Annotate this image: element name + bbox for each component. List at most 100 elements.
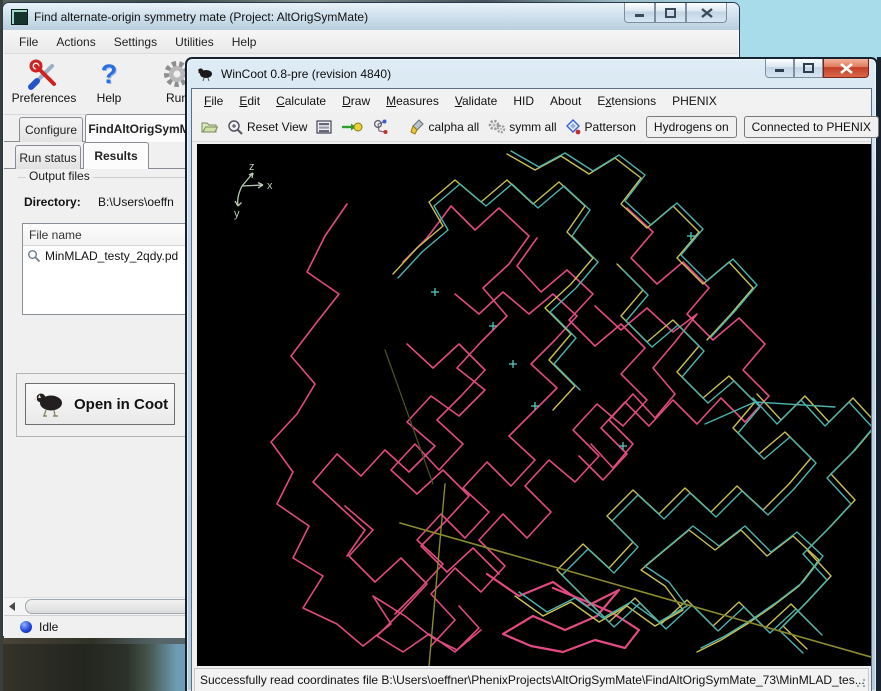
help-label: Help xyxy=(84,91,134,105)
connected-to-phenix-button[interactable]: Connected to PHENIX xyxy=(744,116,879,138)
phenix-menu-utilities[interactable]: Utilities xyxy=(168,32,221,52)
wincoot-menu-draw[interactable]: Draw xyxy=(334,91,378,111)
wincoot-menubar: File Edit Calculate Draw Measures Valida… xyxy=(192,89,871,113)
directory-label: Directory: xyxy=(24,195,81,209)
calpha-all-label: calpha all xyxy=(428,120,479,134)
minimize-icon xyxy=(775,64,785,73)
chain-pink-7 xyxy=(487,574,639,652)
wincoot-maximize-button[interactable] xyxy=(794,59,823,78)
wincoot-menu-file[interactable]: File xyxy=(196,91,231,111)
chain-cyan-6 xyxy=(705,402,835,424)
axis-x-label: x xyxy=(267,180,273,192)
status-label: Idle xyxy=(39,620,58,634)
calpha-all-button[interactable]: calpha all xyxy=(407,117,482,137)
wincoot-menu-measures[interactable]: Measures xyxy=(378,91,447,111)
axis-y-label: y xyxy=(234,208,240,220)
phenix-menubar: File Actions Settings Utilities Help xyxy=(4,30,738,54)
directory-value: B:\Users\oeffn xyxy=(98,195,174,209)
coot-bird-icon xyxy=(34,390,68,418)
wincoot-menu-phenix[interactable]: PHENIX xyxy=(664,91,725,111)
chain-cyan-5 xyxy=(753,398,871,653)
open-in-coot-label: Open in Coot xyxy=(74,396,168,413)
patterson-button[interactable]: Patterson xyxy=(563,117,639,137)
display-manager-button[interactable] xyxy=(313,118,335,136)
phenix-menu-file[interactable]: File xyxy=(12,32,45,52)
symm-all-button[interactable]: symm all xyxy=(485,117,559,136)
file-row[interactable]: MinMLAD_testy_2qdy.pd xyxy=(23,246,193,265)
molecule-tool-button[interactable] xyxy=(369,116,393,137)
scroll-left-arrow[interactable] xyxy=(4,599,19,614)
coot-icon xyxy=(197,66,215,81)
chain-pink-6 xyxy=(591,306,697,468)
display-manager-icon xyxy=(316,120,332,134)
patterson-diamond-icon xyxy=(566,119,582,135)
molecule-layer: z x y xyxy=(197,144,871,666)
phenix-close-button[interactable] xyxy=(686,3,727,23)
wincoot-menu-validate[interactable]: Validate xyxy=(447,91,506,111)
phenix-minimize-button[interactable] xyxy=(624,3,655,23)
reset-view-button[interactable]: Reset View xyxy=(224,117,310,137)
left-arrow-icon xyxy=(8,602,16,611)
phenix-maximize-button[interactable] xyxy=(655,3,686,23)
chain-cell-axis-1 xyxy=(385,350,433,484)
preferences-button[interactable]: Preferences xyxy=(6,57,82,105)
output-files-label: Output files xyxy=(26,169,93,183)
green-arrow-ball-icon xyxy=(341,120,363,134)
go-to-atom-button[interactable] xyxy=(338,118,366,136)
phenix-menu-actions[interactable]: Actions xyxy=(49,32,102,52)
wincoot-status-bar: Successfully read coordinates file B:\Us… xyxy=(194,668,869,691)
chain-yellow-2 xyxy=(507,154,753,340)
help-button[interactable]: ? Help xyxy=(84,57,134,105)
open-in-coot-button[interactable]: Open in Coot xyxy=(25,383,175,425)
file-list: File name MinMLAD_testy_2qdy.pd xyxy=(22,223,194,315)
wincoot-menu-hid[interactable]: HID xyxy=(505,91,542,111)
3d-viewport[interactable]: z x y xyxy=(197,144,871,666)
desktop: Find alternate-origin symmetry mate (Pro… xyxy=(0,0,881,691)
phenix-menu-help[interactable]: Help xyxy=(225,32,264,52)
chain-yellow-5 xyxy=(757,394,871,649)
tab-run-status[interactable]: Run status xyxy=(15,145,81,169)
minimize-icon xyxy=(634,8,645,17)
wincoot-title: WinCoot 0.8-pre (revision 4840) xyxy=(221,67,391,81)
file-name: MinMLAD_testy_2qdy.pd xyxy=(45,249,178,263)
patterson-label: Patterson xyxy=(585,120,636,134)
reset-view-label: Reset View xyxy=(247,120,307,134)
open-in-coot-groupbox: Open in Coot xyxy=(16,373,186,437)
open-folder-icon xyxy=(201,119,218,134)
wincoot-close-button[interactable] xyxy=(823,59,869,78)
symm-all-label: symm all xyxy=(509,120,556,134)
axis-z-label: z xyxy=(249,161,255,173)
status-sphere-icon xyxy=(20,621,32,633)
tools-icon xyxy=(6,57,82,91)
wincoot-minimize-button[interactable] xyxy=(765,59,794,78)
tab-findaltorigsymmate[interactable]: FindAltOrigSymM xyxy=(85,114,193,142)
phenix-window-icon xyxy=(11,9,28,25)
tab-configure[interactable]: Configure xyxy=(19,117,83,142)
wincoot-menu-edit[interactable]: Edit xyxy=(231,91,268,111)
brush-icon xyxy=(410,119,425,135)
close-icon xyxy=(701,8,713,18)
maximize-icon xyxy=(665,8,676,18)
wincoot-client-area: File Edit Calculate Draw Measures Valida… xyxy=(191,88,872,691)
molecule-icon xyxy=(372,118,390,135)
phenix-title: Find alternate-origin symmetry mate (Pro… xyxy=(34,10,368,24)
resize-grip[interactable] xyxy=(855,677,867,689)
maximize-icon xyxy=(803,63,814,73)
close-icon xyxy=(840,63,853,74)
phenix-menu-settings[interactable]: Settings xyxy=(107,32,164,52)
hydrogens-toggle-button[interactable]: Hydrogens on xyxy=(646,116,737,138)
wincoot-menu-about[interactable]: About xyxy=(542,91,589,111)
chain-cyan-2 xyxy=(511,151,757,337)
preferences-label: Preferences xyxy=(6,91,82,105)
open-file-button[interactable] xyxy=(198,117,221,136)
tab-results[interactable]: Results xyxy=(83,142,149,169)
gears-icon xyxy=(488,119,506,134)
wincoot-titlebar[interactable]: WinCoot 0.8-pre (revision 4840) xyxy=(187,59,876,88)
desktop-sky xyxy=(738,0,881,60)
wincoot-menu-calculate[interactable]: Calculate xyxy=(268,91,334,111)
wincoot-menu-extensions[interactable]: Extensions xyxy=(589,91,664,111)
desktop-photo-bottom xyxy=(0,636,186,691)
file-list-header[interactable]: File name xyxy=(23,224,193,246)
chain-pink-2 xyxy=(313,206,529,556)
phenix-titlebar[interactable]: Find alternate-origin symmetry mate (Pro… xyxy=(3,3,739,30)
